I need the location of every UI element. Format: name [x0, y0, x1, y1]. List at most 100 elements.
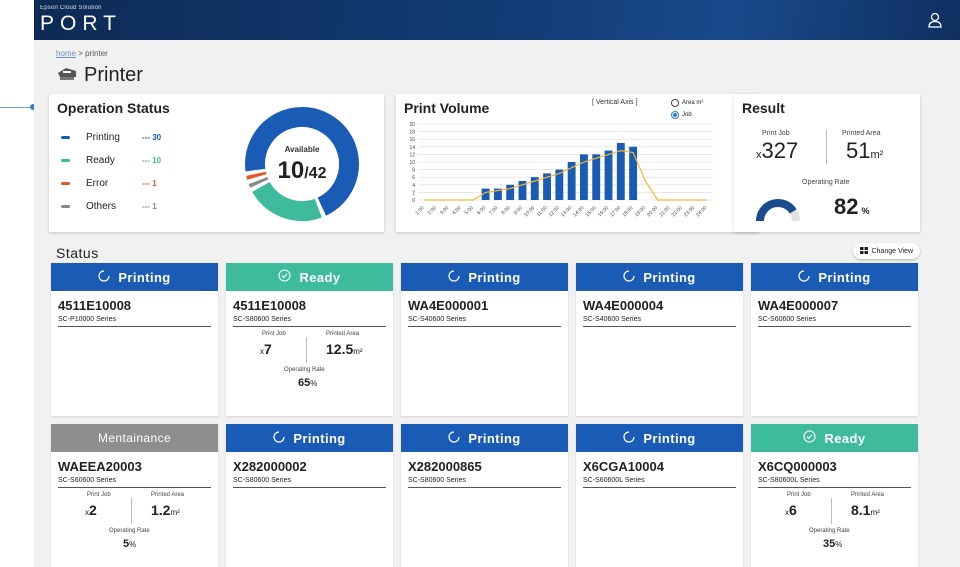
result-operating-rate-value: 82 [834, 194, 859, 219]
y-tick-label: 6 [412, 175, 415, 181]
x-tick-label: 15:00 [585, 205, 598, 218]
x-tick-label: 22:00 [671, 205, 684, 218]
printer-series: SC-S40600 Series [583, 316, 736, 327]
result-printed-area-label: Printed Area [842, 130, 881, 137]
printer-state-header: Printing [401, 263, 568, 291]
result-printed-area: 51m² [846, 138, 883, 164]
brand-logo[interactable]: PORT [40, 12, 122, 36]
printed-area-value: 1.2m² [151, 502, 180, 518]
y-tick-label: 16 [409, 137, 415, 143]
printer-state-label: Mentainance [97, 431, 172, 445]
printer-series: SC-S80600 Series [233, 316, 386, 327]
printer-id: WA4E000007 [758, 298, 839, 313]
legend-count: --- 10 [142, 156, 162, 165]
printed-area-value: 12.5m² [326, 341, 363, 357]
breadcrumb-current: printer [85, 49, 108, 58]
y-tick-label: 18 [409, 130, 415, 136]
result-printed-area-unit: m² [870, 149, 884, 161]
x-tick-label: 12:00 [548, 205, 561, 218]
breadcrumb-home-link[interactable]: home [56, 49, 76, 58]
print-job-label: Print Job [87, 492, 111, 498]
available-total: /42 [304, 165, 327, 182]
x-tick-label: 23:00 [683, 205, 696, 218]
print-volume-card: Print Volume [ Vertical Axis ] Area m² J… [396, 94, 759, 232]
result-card: Result Print Job x327 Printed Area 51m² … [734, 94, 920, 232]
x-tick-label: 10:00 [523, 205, 536, 218]
printer-icon [56, 65, 78, 86]
printer-series: SC-S40600 Series [408, 316, 561, 327]
spinner-icon [98, 269, 110, 285]
legend-color-swatch [61, 182, 70, 185]
printer-card[interactable]: Printing X6CGA10004 SC-S60600L Series [576, 424, 743, 567]
available-count: 10/42 [243, 157, 361, 185]
x-tick-label: 20:00 [646, 205, 659, 218]
operating-rate-label: Operating Rate [284, 367, 325, 373]
legend-row: Printing --- 30 [61, 126, 161, 149]
operation-status-card: Operation Status Printing --- 30 Ready --- … [49, 94, 384, 232]
volume-bar [604, 150, 613, 200]
y-tick-label: 0 [412, 198, 415, 204]
printed-area-value: 8.1m² [851, 502, 880, 518]
printer-state-label: Printing [468, 269, 521, 285]
printed-area-unit: m² [870, 508, 880, 517]
legend-color-swatch [61, 159, 70, 162]
printer-card[interactable]: Ready X6CQ000003 SC-S80600L Series Print Jo… [751, 424, 918, 567]
spinner-icon [273, 430, 285, 446]
printer-card[interactable]: Printing X282000002 SC-S80600 Series [226, 424, 393, 567]
legend-count: --- 1 [142, 179, 157, 188]
operating-rate-unit: % [129, 540, 137, 549]
operation-status-title: Operation Status [57, 100, 170, 116]
x-tick-label: 24:00 [695, 205, 708, 218]
donut-slice-ready [252, 181, 322, 221]
printer-series: SC-S60600L Series [583, 477, 736, 488]
printer-state-header: Printing [226, 424, 393, 452]
result-operating-rate-label: Operating Rate [802, 179, 850, 186]
y-tick-label: 10 [409, 160, 415, 166]
printer-card[interactable]: Mentainance WAEEA20003 SC-S60600 Series Pri… [51, 424, 218, 567]
operating-rate-gauge [756, 199, 800, 222]
printer-stats: Print Job Printed Area x2 1.2m² Operating Ra… [51, 488, 218, 567]
printer-card[interactable]: Printing WA4E000007 SC-S60600 Series [751, 263, 918, 416]
printer-card[interactable]: Ready 4511E10008 SC-S80600 Series Print Job… [226, 263, 393, 416]
printer-card[interactable]: Printing WA4E000004 SC-S40600 Series [576, 263, 743, 416]
printer-state-header: Ready [226, 263, 393, 291]
printer-card[interactable]: Printing 4511E10008 SC-P10000 Series [51, 263, 218, 416]
legend-row: Error --- 1 [61, 172, 161, 195]
printer-card[interactable]: Printing X282000865 SC-S80600 Series [401, 424, 568, 567]
x-tick-label: 7:00 [488, 205, 499, 216]
x-tick-label: 5:00 [464, 205, 475, 216]
printer-id: X282000002 [233, 459, 307, 474]
printer-state-label: Ready [824, 430, 866, 446]
annotation-line-left [0, 107, 32, 108]
printer-card[interactable]: Printing WA4E000001 SC-S40600 Series [401, 263, 568, 416]
print-job-label: Print Job [262, 331, 286, 337]
printer-state-label: Printing [118, 269, 171, 285]
x-tick-label: 8:00 [500, 205, 511, 216]
printer-series: SC-S60600 Series [58, 477, 211, 488]
change-view-button[interactable]: Change View [853, 243, 920, 259]
printer-state-header: Printing [576, 424, 743, 452]
y-tick-label: 14 [409, 145, 415, 151]
printer-id: X282000865 [408, 459, 482, 474]
print-job-count: 7 [264, 341, 272, 357]
page-title: Printer [84, 64, 143, 86]
printer-state-header: Ready [751, 424, 918, 452]
spinner-icon [448, 430, 460, 446]
operating-rate-value: 65% [298, 377, 317, 389]
y-tick-label: 8 [412, 168, 415, 174]
printed-area-label: Printed Area [326, 331, 360, 337]
volume-bar [506, 184, 515, 200]
available-value: 10 [277, 157, 305, 184]
x-tick-label: 1:00 [414, 205, 425, 216]
print-job-count: 2 [89, 502, 97, 518]
volume-bar [592, 154, 601, 200]
stats-divider [831, 498, 832, 524]
x-tick-label: 14:00 [572, 205, 585, 218]
user-icon[interactable] [926, 11, 944, 29]
gauge-fill [756, 199, 797, 222]
breadcrumb: home > printer [56, 49, 108, 58]
status-donut: Available 10/42 [243, 105, 361, 223]
y-tick-label: 20 [409, 122, 415, 128]
printer-state-header: Printing [751, 263, 918, 291]
result-divider [826, 130, 827, 164]
